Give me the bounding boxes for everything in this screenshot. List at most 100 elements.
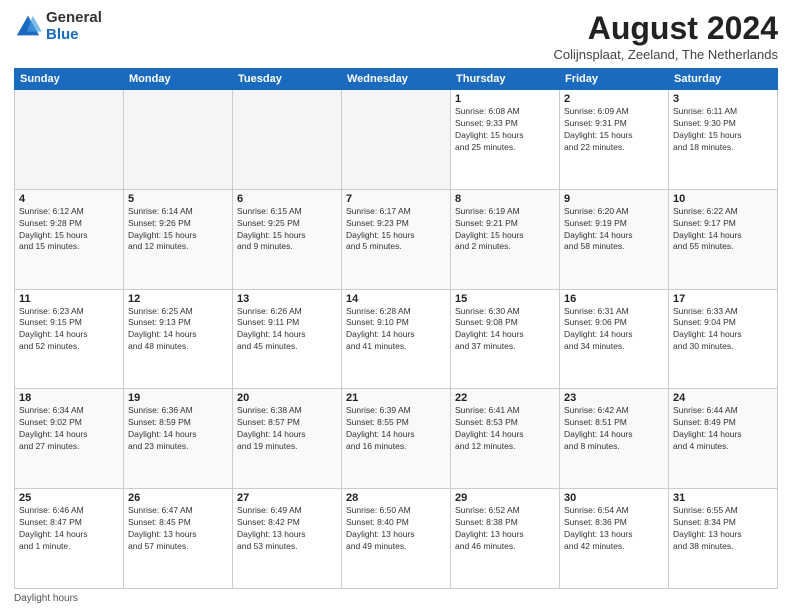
weekday-header-sunday: Sunday [15, 69, 124, 90]
calendar-cell: 20Sunrise: 6:38 AM Sunset: 8:57 PM Dayli… [233, 389, 342, 489]
day-number: 19 [128, 392, 228, 404]
day-number: 21 [346, 392, 446, 404]
day-info: Sunrise: 6:39 AM Sunset: 8:55 PM Dayligh… [346, 405, 446, 453]
day-number: 14 [346, 293, 446, 305]
day-number: 5 [128, 193, 228, 205]
day-info: Sunrise: 6:25 AM Sunset: 9:13 PM Dayligh… [128, 306, 228, 354]
day-info: Sunrise: 6:19 AM Sunset: 9:21 PM Dayligh… [455, 206, 555, 254]
day-number: 6 [237, 193, 337, 205]
calendar-cell: 24Sunrise: 6:44 AM Sunset: 8:49 PM Dayli… [669, 389, 778, 489]
day-number: 7 [346, 193, 446, 205]
calendar-cell: 29Sunrise: 6:52 AM Sunset: 8:38 PM Dayli… [451, 489, 560, 589]
day-info: Sunrise: 6:15 AM Sunset: 9:25 PM Dayligh… [237, 206, 337, 254]
weekday-header-wednesday: Wednesday [342, 69, 451, 90]
calendar-cell: 13Sunrise: 6:26 AM Sunset: 9:11 PM Dayli… [233, 289, 342, 389]
day-number: 29 [455, 492, 555, 504]
day-number: 23 [564, 392, 664, 404]
day-info: Sunrise: 6:22 AM Sunset: 9:17 PM Dayligh… [673, 206, 773, 254]
calendar-cell: 23Sunrise: 6:42 AM Sunset: 8:51 PM Dayli… [560, 389, 669, 489]
calendar-cell: 12Sunrise: 6:25 AM Sunset: 9:13 PM Dayli… [124, 289, 233, 389]
location: Colijnsplaat, Zeeland, The Netherlands [553, 47, 778, 62]
day-number: 28 [346, 492, 446, 504]
day-number: 12 [128, 293, 228, 305]
day-info: Sunrise: 6:14 AM Sunset: 9:26 PM Dayligh… [128, 206, 228, 254]
calendar-cell: 28Sunrise: 6:50 AM Sunset: 8:40 PM Dayli… [342, 489, 451, 589]
day-number: 31 [673, 492, 773, 504]
day-info: Sunrise: 6:33 AM Sunset: 9:04 PM Dayligh… [673, 306, 773, 354]
day-info: Sunrise: 6:26 AM Sunset: 9:11 PM Dayligh… [237, 306, 337, 354]
day-number: 27 [237, 492, 337, 504]
calendar-cell: 25Sunrise: 6:46 AM Sunset: 8:47 PM Dayli… [15, 489, 124, 589]
day-number: 30 [564, 492, 664, 504]
calendar-cell: 22Sunrise: 6:41 AM Sunset: 8:53 PM Dayli… [451, 389, 560, 489]
logo-blue: Blue [46, 27, 102, 44]
day-number: 17 [673, 293, 773, 305]
day-info: Sunrise: 6:20 AM Sunset: 9:19 PM Dayligh… [564, 206, 664, 254]
day-number: 2 [564, 93, 664, 105]
day-number: 4 [19, 193, 119, 205]
month-title: August 2024 [553, 10, 778, 47]
calendar-cell: 30Sunrise: 6:54 AM Sunset: 8:36 PM Dayli… [560, 489, 669, 589]
logo-general: General [46, 10, 102, 27]
day-number: 8 [455, 193, 555, 205]
calendar-week-4: 18Sunrise: 6:34 AM Sunset: 9:02 PM Dayli… [15, 389, 778, 489]
header: General Blue August 2024 Colijnsplaat, Z… [14, 10, 778, 62]
day-info: Sunrise: 6:28 AM Sunset: 9:10 PM Dayligh… [346, 306, 446, 354]
day-number: 25 [19, 492, 119, 504]
day-info: Sunrise: 6:34 AM Sunset: 9:02 PM Dayligh… [19, 405, 119, 453]
day-info: Sunrise: 6:44 AM Sunset: 8:49 PM Dayligh… [673, 405, 773, 453]
calendar-cell: 27Sunrise: 6:49 AM Sunset: 8:42 PM Dayli… [233, 489, 342, 589]
calendar-week-1: 1Sunrise: 6:08 AM Sunset: 9:33 PM Daylig… [15, 90, 778, 190]
day-info: Sunrise: 6:11 AM Sunset: 9:30 PM Dayligh… [673, 106, 773, 154]
weekday-header-row: SundayMondayTuesdayWednesdayThursdayFrid… [15, 69, 778, 90]
calendar-cell: 19Sunrise: 6:36 AM Sunset: 8:59 PM Dayli… [124, 389, 233, 489]
logo-text: General Blue [46, 10, 102, 43]
calendar-cell: 14Sunrise: 6:28 AM Sunset: 9:10 PM Dayli… [342, 289, 451, 389]
day-info: Sunrise: 6:23 AM Sunset: 9:15 PM Dayligh… [19, 306, 119, 354]
calendar-cell: 9Sunrise: 6:20 AM Sunset: 9:19 PM Daylig… [560, 189, 669, 289]
day-number: 15 [455, 293, 555, 305]
weekday-header-thursday: Thursday [451, 69, 560, 90]
day-info: Sunrise: 6:50 AM Sunset: 8:40 PM Dayligh… [346, 505, 446, 553]
day-number: 26 [128, 492, 228, 504]
day-info: Sunrise: 6:30 AM Sunset: 9:08 PM Dayligh… [455, 306, 555, 354]
weekday-header-monday: Monday [124, 69, 233, 90]
calendar-cell: 3Sunrise: 6:11 AM Sunset: 9:30 PM Daylig… [669, 90, 778, 190]
calendar-cell: 2Sunrise: 6:09 AM Sunset: 9:31 PM Daylig… [560, 90, 669, 190]
calendar-cell: 21Sunrise: 6:39 AM Sunset: 8:55 PM Dayli… [342, 389, 451, 489]
page: General Blue August 2024 Colijnsplaat, Z… [0, 0, 792, 612]
calendar-cell: 4Sunrise: 6:12 AM Sunset: 9:28 PM Daylig… [15, 189, 124, 289]
day-info: Sunrise: 6:52 AM Sunset: 8:38 PM Dayligh… [455, 505, 555, 553]
day-info: Sunrise: 6:08 AM Sunset: 9:33 PM Dayligh… [455, 106, 555, 154]
day-number: 24 [673, 392, 773, 404]
weekday-header-friday: Friday [560, 69, 669, 90]
calendar-cell [342, 90, 451, 190]
calendar-cell: 10Sunrise: 6:22 AM Sunset: 9:17 PM Dayli… [669, 189, 778, 289]
day-number: 3 [673, 93, 773, 105]
day-info: Sunrise: 6:17 AM Sunset: 9:23 PM Dayligh… [346, 206, 446, 254]
day-info: Sunrise: 6:54 AM Sunset: 8:36 PM Dayligh… [564, 505, 664, 553]
day-number: 10 [673, 193, 773, 205]
day-info: Sunrise: 6:09 AM Sunset: 9:31 PM Dayligh… [564, 106, 664, 154]
logo-icon [14, 13, 42, 41]
day-number: 11 [19, 293, 119, 305]
calendar-cell: 6Sunrise: 6:15 AM Sunset: 9:25 PM Daylig… [233, 189, 342, 289]
calendar-cell [15, 90, 124, 190]
day-info: Sunrise: 6:49 AM Sunset: 8:42 PM Dayligh… [237, 505, 337, 553]
day-info: Sunrise: 6:55 AM Sunset: 8:34 PM Dayligh… [673, 505, 773, 553]
day-info: Sunrise: 6:46 AM Sunset: 8:47 PM Dayligh… [19, 505, 119, 553]
day-number: 1 [455, 93, 555, 105]
weekday-header-tuesday: Tuesday [233, 69, 342, 90]
calendar-week-2: 4Sunrise: 6:12 AM Sunset: 9:28 PM Daylig… [15, 189, 778, 289]
day-number: 13 [237, 293, 337, 305]
logo: General Blue [14, 10, 102, 43]
day-number: 16 [564, 293, 664, 305]
title-area: August 2024 Colijnsplaat, Zeeland, The N… [553, 10, 778, 62]
calendar-cell: 18Sunrise: 6:34 AM Sunset: 9:02 PM Dayli… [15, 389, 124, 489]
day-info: Sunrise: 6:38 AM Sunset: 8:57 PM Dayligh… [237, 405, 337, 453]
day-info: Sunrise: 6:47 AM Sunset: 8:45 PM Dayligh… [128, 505, 228, 553]
day-number: 18 [19, 392, 119, 404]
day-info: Sunrise: 6:41 AM Sunset: 8:53 PM Dayligh… [455, 405, 555, 453]
day-info: Sunrise: 6:12 AM Sunset: 9:28 PM Dayligh… [19, 206, 119, 254]
day-number: 20 [237, 392, 337, 404]
